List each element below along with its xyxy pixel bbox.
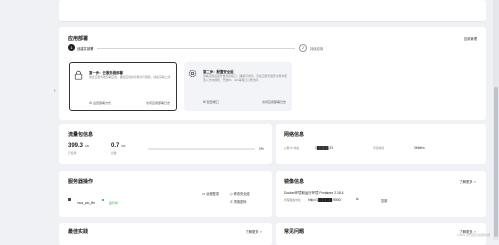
key-icon: ⚿ (230, 200, 233, 205)
panel-address-value[interactable]: http://1██████:9000/ (308, 198, 341, 202)
faq-title: 常见问题 (284, 229, 305, 235)
server-title: 服务器操作 (68, 179, 94, 185)
traffic-total-unit: GB (121, 144, 126, 148)
traffic-title: 流量包信息 (68, 132, 94, 138)
traffic-total-value: 0.7 GB (111, 143, 125, 149)
step-2-label: 持续应用 (310, 46, 324, 51)
external-link-icon: ↗ (473, 180, 476, 184)
instance-name[interactable]: hua_wo_ffn (77, 201, 94, 205)
step-connector (97, 47, 295, 49)
monitor-icon: ▭ (202, 192, 206, 197)
traffic-progress-label: 0% (259, 146, 264, 151)
best-practice-link[interactable]: 了解更多 ↗ (245, 229, 262, 234)
traffic-used-unit: GB (84, 144, 90, 148)
faq-card: 常见问题 了解更多 ↗ (276, 223, 486, 245)
network-card: 网络信息 公网 IP 地址 1█████.33 带宽峰值 3Mbit/s (276, 124, 486, 164)
deploy-step-card-1[interactable]: 第一步：云服务器部署 通过云服务器部署应用，确定应用的可用性与规模，快速部署上线… (69, 62, 177, 111)
port-icon: ⊞ (203, 100, 206, 105)
traffic-total-label: 总量 (111, 151, 117, 155)
reset-password-label: 重置密码 (233, 200, 247, 204)
collapse-arrow-icon[interactable]: ‹ (54, 88, 58, 94)
modify-security-group-label: 修改安全组 (233, 192, 250, 196)
traffic-used-number: 399.3 (68, 143, 84, 149)
reset-password-button[interactable]: ⚿ 重置密码 (230, 199, 246, 204)
deploy-step-2-action-left-label: 配置端口 (206, 100, 219, 104)
instance-status: 运行中 (108, 201, 118, 205)
traffic-used-label: 已使用 (68, 151, 77, 155)
deploy-step-1-action-left[interactable]: ⚙ 设置部署方式 (89, 101, 111, 105)
shield-icon: ◇ (230, 192, 233, 197)
step-1-number: 1 (70, 45, 73, 50)
deploy-step-1-action-right[interactable]: 访问应用部署日志 (146, 101, 170, 105)
step-1-badge: 1 (68, 44, 75, 51)
image-line-1: Docker环境和运行环境 Portainer 2.18.4 (284, 191, 344, 195)
gear-icon: ⚙ (89, 101, 93, 106)
copy-icon[interactable]: ⧉ (356, 197, 359, 201)
page-scrollbar[interactable] (493, 0, 499, 240)
deploy-step-card-2[interactable]: 第二步：配置安全组 部署应用后需开放对应端口，确保可访问。可在云服务器安全组中配… (184, 62, 292, 111)
top-panel (59, 0, 486, 22)
server-card: 服务器操作 hua_wo_ffn 运行中 ▭ 远程登录 ◇ 修改安全组 ⚿ 重置… (59, 171, 272, 217)
deploy-step-1-action-left-label: 设置部署方式 (92, 101, 111, 105)
step-2-number: 2 (301, 45, 305, 50)
server-icon (68, 198, 71, 202)
watermark: CSDN @轻量应用服务器 (456, 233, 490, 237)
deploy-step-2-desc: 部署应用后需开放对应端口，确保可访问。可在云服务器安全组中配置入方向规则，开放8… (203, 74, 287, 82)
deploy-step-1-desc: 通过云服务器部署应用，确定应用的可用性与规模，快速部署上线 (89, 75, 171, 79)
network-title: 网络信息 (284, 132, 305, 138)
modify-security-group-button[interactable]: ◇ 修改安全组 (230, 191, 250, 196)
step-1-label: 创建并部署 (77, 46, 94, 51)
step-2-badge: 2 (299, 44, 307, 52)
scrollbar-thumb[interactable] (494, 87, 498, 237)
image-detail-link[interactable]: 了解更多 ↗ (459, 179, 476, 184)
panel-address-label: 管理面板地址 (284, 198, 301, 202)
public-ip-label: 公网 IP 地址 (284, 146, 300, 150)
bandwidth-value: 3Mbit/s (414, 145, 425, 150)
traffic-card: 流量包信息 399.3 GB 已使用 0.7 GB 总量 0% (59, 124, 272, 164)
deploy-card: 应用部署 应用管理 1 创建并部署 2 持续应用 第一步：云服务器部署 通过云服… (59, 27, 486, 120)
image-title: 镜像信息 (284, 179, 305, 185)
best-practice-title: 最佳实践 (68, 229, 89, 235)
traffic-total-number: 0.7 (111, 143, 120, 149)
deploy-title: 应用部署 (68, 36, 89, 42)
copy-button[interactable]: 复制 (381, 198, 387, 203)
best-practice-card: 最佳实践 了解更多 ↗ (59, 223, 272, 245)
deploy-step-2-action-right[interactable]: 访问应用部署日志 (262, 100, 286, 104)
traffic-progress-track (148, 148, 255, 150)
instance-row: hua_wo_ffn 运行中 (68, 191, 118, 209)
image-detail-label: 了解更多 (459, 180, 473, 184)
best-practice-link-label: 了解更多 (245, 230, 259, 234)
public-ip-value: 1█████.33 (315, 145, 334, 150)
lock-icon (74, 70, 83, 80)
status-dot-icon (102, 198, 105, 201)
remote-login-label: 远程登录 (206, 192, 220, 196)
settings-icon (188, 69, 197, 78)
traffic-used-value: 399.3 GB (68, 143, 89, 149)
app-manage-link[interactable]: 应用管理 (464, 36, 477, 41)
deploy-step-2-action-left[interactable]: ⊞ 配置端口 (203, 100, 219, 104)
external-link-icon: ↗ (259, 230, 262, 234)
remote-login-button[interactable]: ▭ 远程登录 (202, 191, 219, 196)
image-card: 镜像信息 了解更多 ↗ Docker环境和运行环境 Portainer 2.18… (276, 171, 486, 217)
bandwidth-label: 带宽峰值 (373, 146, 385, 150)
